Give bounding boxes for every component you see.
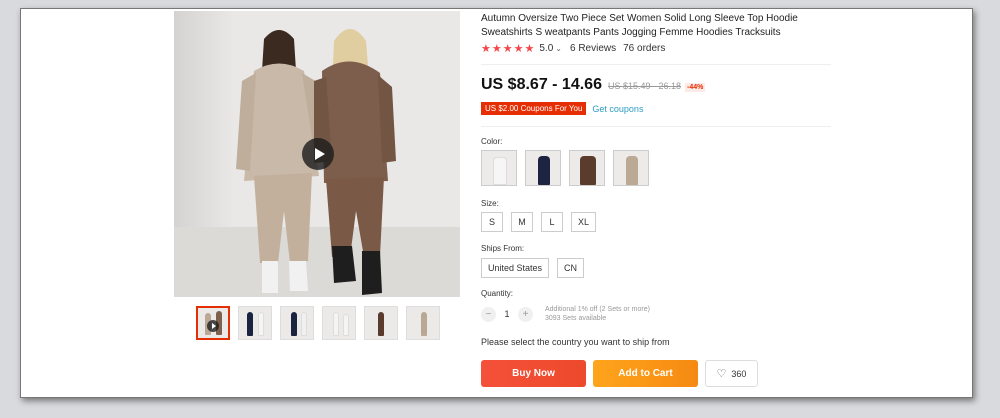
price: US $8.67 - 14.66 bbox=[481, 76, 602, 93]
thumb-figure bbox=[333, 312, 339, 336]
quantity-note: Additional 1% off (2 Sets or more) 3093 … bbox=[545, 305, 650, 323]
thumb-figure bbox=[247, 312, 253, 336]
quantity-label: Quantity: bbox=[481, 289, 514, 298]
size-label: Size: bbox=[481, 199, 499, 208]
star-icon: ★ bbox=[502, 43, 513, 55]
color-swatch-navy[interactable] bbox=[525, 150, 561, 186]
color-swatch-beige[interactable] bbox=[613, 150, 649, 186]
buy-now-button[interactable]: Buy Now bbox=[481, 360, 586, 387]
color-swatches bbox=[481, 150, 649, 186]
thumb-figure bbox=[301, 312, 307, 336]
heart-icon: ♡ bbox=[716, 368, 727, 380]
size-option-s[interactable]: S bbox=[481, 212, 503, 232]
ships-from-label: Ships From: bbox=[481, 244, 525, 253]
thumbnail-beige-pair-video[interactable] bbox=[196, 306, 230, 340]
play-icon bbox=[207, 320, 219, 332]
coupon-row: US $2.00 Coupons For You Get coupons bbox=[481, 102, 643, 115]
price-row: US $8.67 - 14.66 US $15.49 - 26.18 -44% bbox=[481, 76, 706, 94]
ship-option-united-states[interactable]: United States bbox=[481, 258, 550, 278]
color-swatch-brown[interactable] bbox=[569, 150, 605, 186]
size-option-xl[interactable]: XL bbox=[571, 212, 597, 232]
thumb-figure bbox=[421, 312, 427, 336]
bulk-discount-note: Additional 1% off (2 Sets or more) bbox=[545, 306, 650, 313]
thumbnail-navy-front[interactable] bbox=[280, 306, 314, 340]
add-to-cart-button[interactable]: Add to Cart bbox=[593, 360, 698, 387]
star-icon: ★ bbox=[524, 43, 535, 55]
star-icon: ★ bbox=[481, 43, 491, 55]
rating-row: ★ ★ ★ ★ ★ 5.0 ⌄ 6 Reviews 76 orders bbox=[481, 42, 665, 55]
thumbnail-brown-front[interactable] bbox=[364, 306, 398, 340]
orders-count: 76 orders bbox=[623, 43, 666, 54]
product-title: Autumn Oversize Two Piece Set Women Soli… bbox=[481, 13, 798, 38]
wishlist-button[interactable]: ♡ 360 bbox=[705, 360, 758, 387]
ship-country-message: Please select the country you want to sh… bbox=[481, 337, 670, 347]
quantity-stepper: − 1 + Additional 1% off (2 Sets or more)… bbox=[481, 305, 650, 323]
coupon-tag[interactable]: US $2.00 Coupons For You bbox=[481, 102, 587, 115]
wishlist-count: 360 bbox=[731, 368, 747, 379]
quantity-increase-button[interactable]: + bbox=[518, 306, 533, 322]
divider bbox=[481, 126, 831, 127]
thumb-figure bbox=[378, 312, 384, 336]
thumbnail-white-front[interactable] bbox=[238, 306, 272, 340]
swatch-figure bbox=[580, 156, 596, 185]
swatch-figure bbox=[626, 156, 638, 185]
star-icon: ★ bbox=[513, 43, 524, 55]
thumb-figure bbox=[291, 312, 297, 336]
get-coupons-link[interactable]: Get coupons bbox=[592, 104, 643, 114]
quantity-decrease-button[interactable]: − bbox=[481, 306, 496, 322]
ships-from-options: United States CN bbox=[481, 258, 585, 278]
size-option-m[interactable]: M bbox=[511, 212, 533, 232]
color-swatch-white[interactable] bbox=[481, 150, 517, 186]
original-price: US $15.49 - 26.18 bbox=[607, 81, 682, 91]
rating-score[interactable]: 5.0 bbox=[539, 43, 553, 54]
play-video-button[interactable] bbox=[302, 138, 334, 170]
thumb-figure bbox=[258, 312, 264, 336]
reviews-link[interactable]: 6 Reviews bbox=[570, 43, 616, 54]
size-options: S M L XL bbox=[481, 212, 597, 232]
color-label: Color: bbox=[481, 137, 503, 146]
thumbnail-beige-front[interactable] bbox=[406, 306, 440, 340]
swatch-figure bbox=[538, 156, 550, 185]
star-icon: ★ bbox=[491, 43, 502, 55]
chevron-down-icon[interactable]: ⌄ bbox=[555, 44, 562, 53]
thumb-figure bbox=[343, 314, 349, 336]
discount-badge: -44% bbox=[685, 83, 706, 92]
thumbnail-strip bbox=[196, 306, 440, 340]
thumbnail-white-side[interactable] bbox=[322, 306, 356, 340]
play-icon bbox=[314, 148, 325, 160]
quantity-value[interactable]: 1 bbox=[496, 309, 518, 319]
size-option-l[interactable]: L bbox=[541, 212, 563, 232]
divider bbox=[481, 64, 831, 65]
swatch-figure bbox=[493, 157, 507, 185]
stock-available: 3093 Sets available bbox=[545, 315, 607, 322]
ship-option-cn[interactable]: CN bbox=[557, 258, 585, 278]
